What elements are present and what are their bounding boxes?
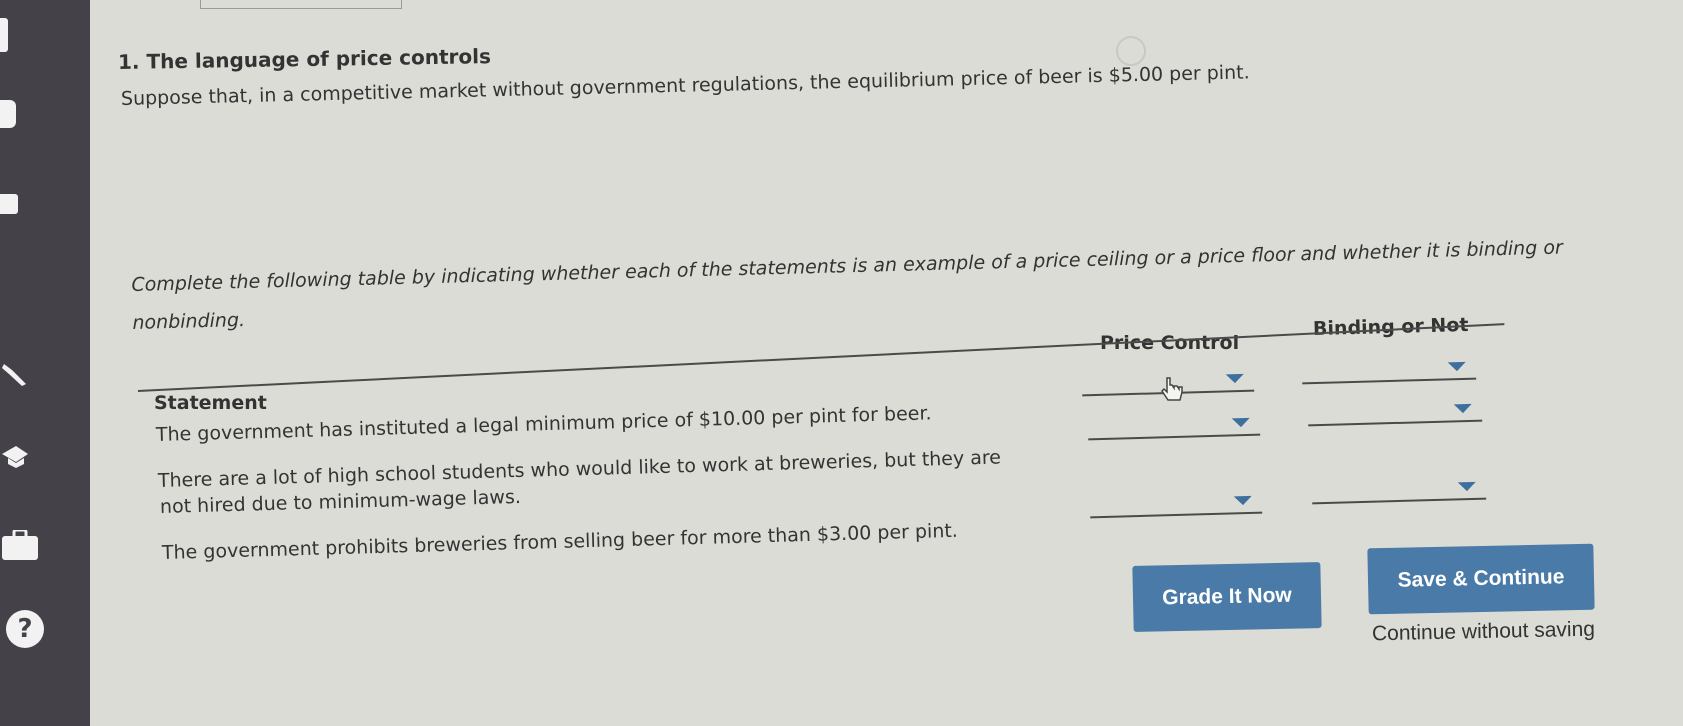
status-circle-icon	[1116, 36, 1146, 66]
row-1-statement: The government has instituted a legal mi…	[155, 402, 932, 446]
row-2-price-control-dropdown[interactable]	[1087, 417, 1261, 441]
row-2-statement-line-1: There are a lot of high school students …	[157, 446, 1002, 492]
row-2-statement-line-2: not hired due to minimum-wage laws.	[159, 485, 522, 518]
chevron-down-icon	[1457, 481, 1476, 492]
hand-cursor-icon	[1161, 377, 1183, 401]
chevron-down-icon	[1231, 417, 1250, 428]
chevron-down-icon	[1233, 495, 1252, 506]
header-statement: Statement	[154, 392, 267, 414]
row-2-binding-dropdown[interactable]	[1307, 403, 1483, 427]
chevron-down-icon	[1447, 361, 1466, 372]
row-3-binding-dropdown[interactable]	[1311, 481, 1487, 505]
question-title: 1. The language of price controls	[117, 44, 492, 74]
row-1-binding-dropdown[interactable]	[1301, 361, 1477, 385]
question-content: 1. The language of price controls Suppos…	[0, 0, 1683, 726]
chevron-down-icon	[1225, 373, 1244, 384]
row-3-price-control-dropdown[interactable]	[1089, 495, 1263, 519]
grade-it-now-button[interactable]: Grade It Now	[1132, 562, 1322, 632]
continue-without-saving-link[interactable]: Continue without saving	[1372, 618, 1595, 647]
chevron-down-icon	[1453, 403, 1472, 414]
row-3-statement: The government prohibits breweries from …	[161, 519, 959, 564]
save-continue-button[interactable]: Save & Continue	[1367, 543, 1595, 615]
